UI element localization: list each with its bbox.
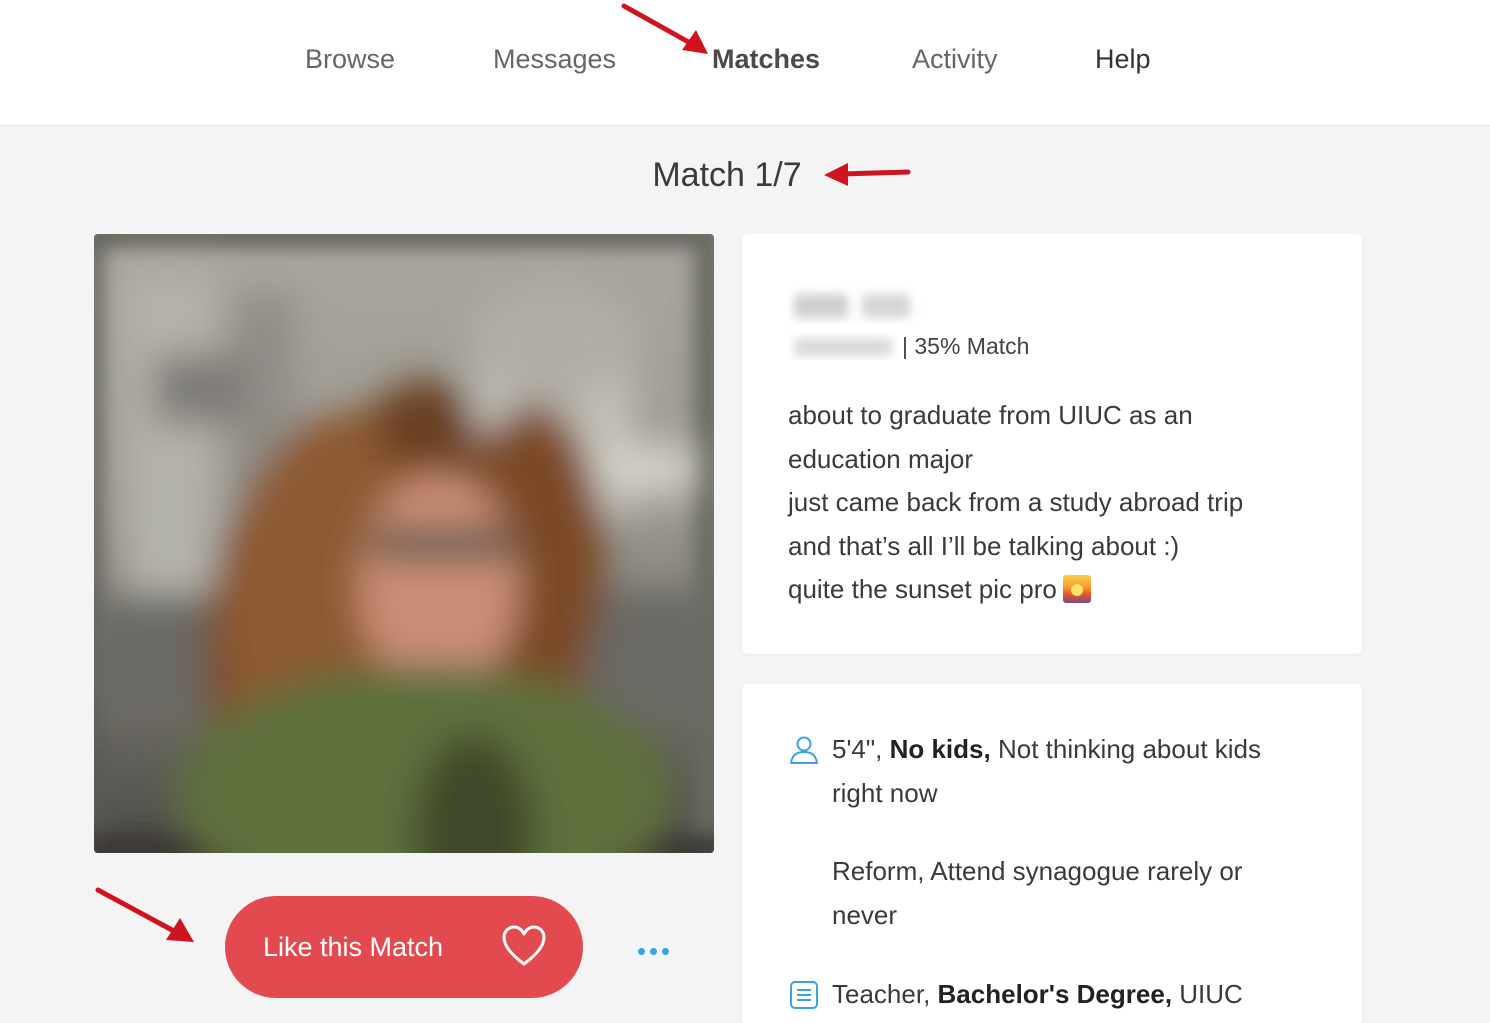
bio-line: about to graduate from UIUC as an [788, 400, 1193, 430]
sunset-emoji-icon [1062, 575, 1091, 603]
bio-line-text: quite the sunset pic pro [788, 574, 1057, 604]
religion-row: Reform, Attend synagogue rarely or never [788, 850, 1338, 937]
person-icon [790, 736, 818, 764]
more-dots-icon [661, 947, 669, 955]
blurred-photo-image [94, 234, 714, 853]
bio-line: just came back from a study abroad trip [788, 487, 1244, 517]
religion-text-cont: never [832, 899, 898, 930]
work-row: Teacher, Bachelor's Degree, UIUC [788, 973, 1338, 1017]
degree: Bachelor's Degree, [937, 979, 1173, 1009]
annotation-arrow-matches [621, 3, 708, 54]
more-dots-icon [637, 947, 645, 955]
top-navigation: Browse Messages Matches Activity Help [0, 0, 1490, 126]
nav-messages[interactable]: Messages [493, 44, 616, 75]
match-counter: Match 1/7 [652, 156, 802, 194]
like-match-button[interactable]: Like this Match [225, 896, 583, 998]
heart-icon [502, 925, 546, 966]
like-button-label: Like this Match [263, 931, 444, 962]
blurred-name [794, 294, 910, 318]
more-dots-icon [649, 947, 657, 955]
bio-line: education major [788, 443, 973, 474]
job-title: Teacher, [832, 979, 931, 1009]
nav-help[interactable]: Help [1095, 44, 1151, 75]
kids-plans-cont: right now [832, 777, 938, 808]
profile-photo[interactable] [94, 234, 714, 853]
school: UIUC [1179, 979, 1243, 1009]
religion-text: Reform, Attend synagogue rarely or [832, 856, 1243, 886]
nav-activity[interactable]: Activity [912, 44, 998, 75]
kids-status: No kids, [889, 734, 991, 764]
match-info: | 35% Match [788, 332, 1029, 360]
more-options-button[interactable] [630, 934, 676, 968]
blurred-location [794, 338, 892, 356]
document-icon [790, 981, 818, 1009]
bio-line-last: quite the sunset pic pro [788, 568, 1328, 612]
basics-row: 5'4", No kids, Not thinking about kids ri… [788, 728, 1338, 815]
bio-line: and that’s all I’ll be talking about :) [788, 530, 1180, 561]
bio-text: about to graduate from UIUC as an educat… [788, 394, 1328, 612]
nav-matches[interactable]: Matches [712, 44, 820, 75]
kids-plans: Not thinking about kids [997, 734, 1261, 764]
nav-browse[interactable]: Browse [305, 44, 395, 75]
details-card: 5'4", No kids, Not thinking about kids ri… [742, 684, 1362, 1023]
height-value: 5'4", [832, 734, 883, 764]
bio-card: | 35% Match about to graduate from UIUC … [742, 234, 1362, 654]
match-percent: | 35% Match [902, 332, 1030, 359]
annotation-arrow-like [95, 887, 194, 942]
